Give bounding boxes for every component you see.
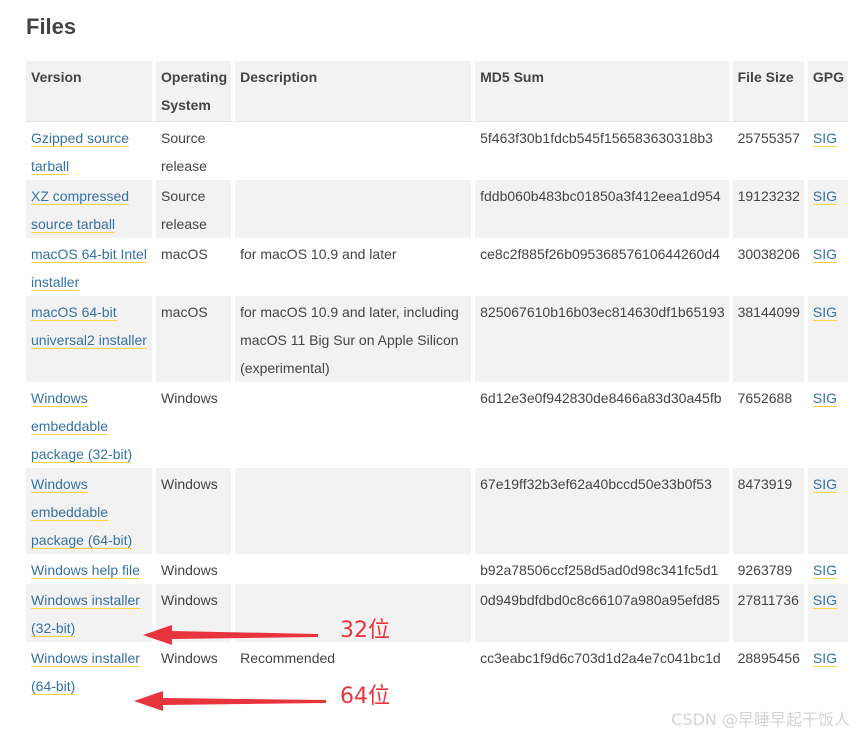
annotation-label-32: 32位	[340, 618, 390, 643]
arrow-32-bit	[143, 625, 318, 645]
annotation-label-64: 64位	[340, 684, 390, 709]
watermark: CSDN @早睡早起干饭人	[671, 710, 850, 729]
annotation-arrows	[134, 625, 326, 711]
arrow-64-bit	[134, 691, 326, 711]
